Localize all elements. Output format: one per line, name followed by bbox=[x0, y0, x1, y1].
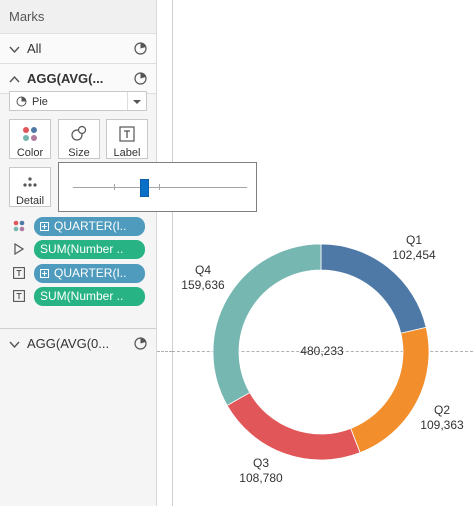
quarter-color-pill-label: QUARTER(I.. bbox=[54, 219, 127, 233]
detail-dots-icon bbox=[23, 177, 37, 187]
slice-category-q4: Q4 bbox=[194, 263, 211, 277]
label-button[interactable]: Label bbox=[106, 119, 148, 159]
slider-tick bbox=[159, 184, 160, 190]
size-slider-thumb[interactable] bbox=[139, 179, 149, 197]
slice-label-q4: Q4 159,636 bbox=[179, 263, 227, 293]
chevron-down-icon bbox=[9, 329, 21, 358]
size-button[interactable]: Size bbox=[58, 119, 100, 159]
chevron-down-icon bbox=[9, 34, 21, 63]
size-slider-track[interactable] bbox=[73, 187, 247, 188]
quarter-color-pill[interactable]: QUARTER(I.. bbox=[34, 217, 145, 236]
marks-card-all-label: All bbox=[27, 41, 42, 56]
slider-tick bbox=[114, 184, 115, 190]
sum-number-angle-pill-label: SUM(Number .. bbox=[40, 242, 124, 256]
pill-row-angle: SUM(Number .. bbox=[13, 240, 148, 259]
slice-value-q2: 109,363 bbox=[420, 418, 464, 432]
color-button[interactable]: Color bbox=[9, 119, 51, 159]
expand-plus-icon[interactable] bbox=[40, 269, 49, 278]
chevron-up-icon bbox=[9, 64, 21, 93]
color-dots-icon bbox=[13, 220, 25, 232]
sum-number-label-pill[interactable]: SUM(Number .. bbox=[34, 287, 145, 306]
slice-label-q3: Q3 108,780 bbox=[237, 456, 285, 486]
expand-plus-icon[interactable] bbox=[40, 222, 49, 231]
sum-number-label-pill-label: SUM(Number .. bbox=[40, 289, 124, 303]
size-icon bbox=[71, 125, 87, 141]
mark-type-select[interactable]: Pie bbox=[9, 91, 147, 111]
detail-button-label: Detail bbox=[15, 195, 45, 207]
text-label-icon bbox=[119, 126, 135, 142]
pill-row-color: QUARTER(I.. bbox=[13, 217, 148, 236]
marks-card-agg-2[interactable]: AGG(AVG(0... bbox=[0, 329, 156, 358]
dropdown-arrow-icon[interactable] bbox=[127, 92, 146, 110]
angle-icon bbox=[14, 243, 25, 255]
color-dots-icon bbox=[23, 127, 37, 141]
marks-card-agg-2-label: AGG(AVG(0... bbox=[27, 336, 110, 351]
marks-card-agg-label: AGG(AVG(... bbox=[27, 71, 104, 86]
slice-category-q3: Q3 bbox=[252, 456, 269, 470]
pie-icon bbox=[134, 72, 147, 85]
center-total-label: 480,233 bbox=[300, 344, 344, 358]
marks-title: Marks bbox=[0, 0, 156, 34]
pie-icon bbox=[134, 337, 147, 350]
pie-icon bbox=[16, 96, 27, 107]
detail-button[interactable]: Detail bbox=[9, 167, 51, 207]
pill-row-label-quarter: QUARTER(I.. bbox=[13, 264, 148, 283]
slice-category-q1: Q1 bbox=[405, 233, 422, 247]
slice-value-q3: 108,780 bbox=[239, 471, 283, 485]
slice-category-q2: Q2 bbox=[433, 403, 450, 417]
slice-label-q2: Q2 109,363 bbox=[418, 403, 466, 433]
slice-value-q4: 159,636 bbox=[181, 278, 225, 292]
text-label-icon bbox=[13, 267, 25, 279]
quarter-label-pill-label: QUARTER(I.. bbox=[54, 266, 127, 280]
pie-icon bbox=[134, 42, 147, 55]
color-button-label: Color bbox=[16, 147, 44, 159]
mark-type-value: Pie bbox=[32, 96, 48, 108]
slice-value-q1: 102,454 bbox=[392, 248, 436, 262]
pill-row-label-sum: SUM(Number .. bbox=[13, 287, 148, 306]
marks-card-agg[interactable]: AGG(AVG(... bbox=[0, 64, 156, 94]
marks-panel: Marks All AGG(AVG(... Pie Color Size Lab… bbox=[0, 0, 157, 506]
label-button-label: Label bbox=[113, 147, 141, 159]
slice-label-q1: Q1 102,454 bbox=[390, 233, 438, 263]
text-label-icon bbox=[13, 290, 25, 302]
sum-number-angle-pill[interactable]: SUM(Number .. bbox=[34, 240, 145, 259]
marks-card-all[interactable]: All bbox=[0, 34, 156, 64]
quarter-label-pill[interactable]: QUARTER(I.. bbox=[34, 264, 145, 283]
size-button-label: Size bbox=[68, 147, 90, 159]
size-slider-popup bbox=[58, 162, 257, 212]
reference-line-left bbox=[157, 351, 172, 352]
